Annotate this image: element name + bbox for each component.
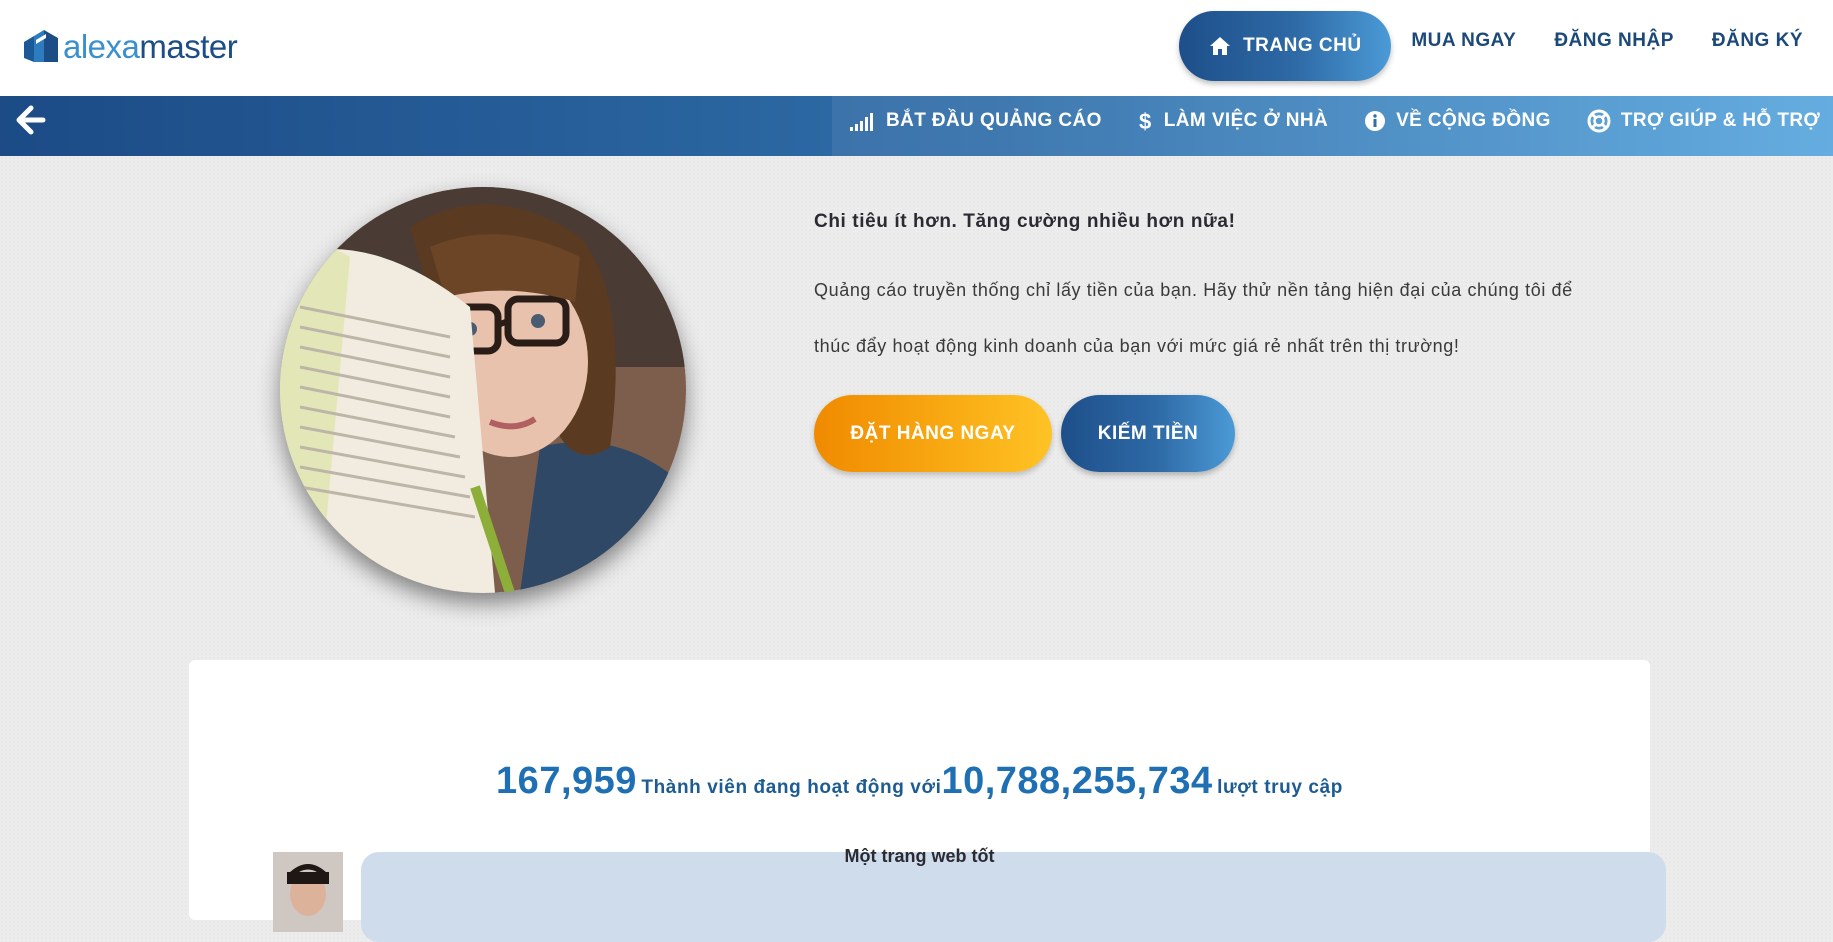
visits-count: 10,788,255,734 <box>941 760 1213 802</box>
lifebuoy-icon <box>1587 109 1611 133</box>
subnav-start-ads[interactable]: BẮT ĐẦU QUẢNG CÁO <box>850 110 1102 132</box>
subnav-community-label: VỀ CỘNG ĐỒNG <box>1396 110 1551 131</box>
members-text: Thành viên đang hoạt động với <box>641 777 942 798</box>
subnav-work-home[interactable]: $ LÀM VIỆC Ở NHÀ <box>1138 109 1328 133</box>
svg-text:$: $ <box>1139 109 1152 133</box>
dollar-icon: $ <box>1139 109 1152 133</box>
subnav-work-home-label: LÀM VIỆC Ở NHÀ <box>1163 110 1329 131</box>
stats-card: 167,959 Thành viên đang hoạt động với10,… <box>189 660 1666 942</box>
home-button-label: TRANG CHỦ <box>1243 35 1362 56</box>
hero-description: Quảng cáo truyền thống chỉ lấy tiền của … <box>814 262 1634 374</box>
subnav-help-label: TRỢ GIÚP & HỖ TRỢ <box>1620 110 1821 131</box>
signal-bars-icon <box>850 113 873 131</box>
sub-nav: BẮT ĐẦU QUẢNG CÁO $ LÀM VIỆC Ở NHÀ VỀ CỘ… <box>850 96 1820 146</box>
nav-buy-now[interactable]: MUA NGAY <box>1411 30 1516 52</box>
logo[interactable]: alexamaster <box>22 26 238 66</box>
top-header: alexamaster TRANG CHỦ MUA NGAY ĐĂNG NHẬP… <box>0 0 1833 96</box>
stats-line: 167,959 Thành viên đang hoạt động với10,… <box>189 760 1650 803</box>
visits-text: lượt truy cập <box>1217 777 1343 798</box>
home-icon <box>1210 37 1231 55</box>
members-count: 167,959 <box>496 760 637 802</box>
logo-icon <box>24 30 58 62</box>
nav-login[interactable]: ĐĂNG NHẬP <box>1554 30 1674 52</box>
home-button[interactable]: TRANG CHỦ <box>1179 11 1392 81</box>
hero-description-line-2: thúc đẩy hoạt động kinh doanh của bạn vớ… <box>814 336 1460 356</box>
order-now-button[interactable]: ĐẶT HÀNG NGAY <box>814 395 1052 472</box>
subnav-help[interactable]: TRỢ GIÚP & HỖ TRỢ <box>1587 109 1820 133</box>
subnav-community[interactable]: VỀ CỘNG ĐỒNG <box>1364 110 1551 132</box>
nav-register[interactable]: ĐĂNG KÝ <box>1712 30 1803 52</box>
hero-title: Chi tiêu ít hơn. Tăng cường nhiều hơn nữ… <box>814 211 1236 232</box>
hero-description-line-1: Quảng cáo truyền thống chỉ lấy tiền của … <box>814 280 1573 300</box>
info-icon <box>1365 111 1386 131</box>
review-text: Một trang web tốt <box>844 846 995 866</box>
top-nav: TRANG CHỦ MUA NGAY ĐĂNG NHẬP ĐĂNG KÝ <box>1179 0 1833 96</box>
subnav-start-ads-label: BẮT ĐẦU QUẢNG CÁO <box>886 110 1102 131</box>
earn-money-button[interactable]: KIẾM TIỀN <box>1061 395 1235 472</box>
hero-photo-illustration <box>280 187 686 593</box>
back-arrow-icon[interactable] <box>16 105 46 135</box>
sub-nav-bar: BẮT ĐẦU QUẢNG CÁO $ LÀM VIỆC Ở NHÀ VỀ CỘ… <box>0 96 1833 156</box>
hero-photo <box>280 187 686 593</box>
logo-text: alexamaster <box>63 27 238 65</box>
